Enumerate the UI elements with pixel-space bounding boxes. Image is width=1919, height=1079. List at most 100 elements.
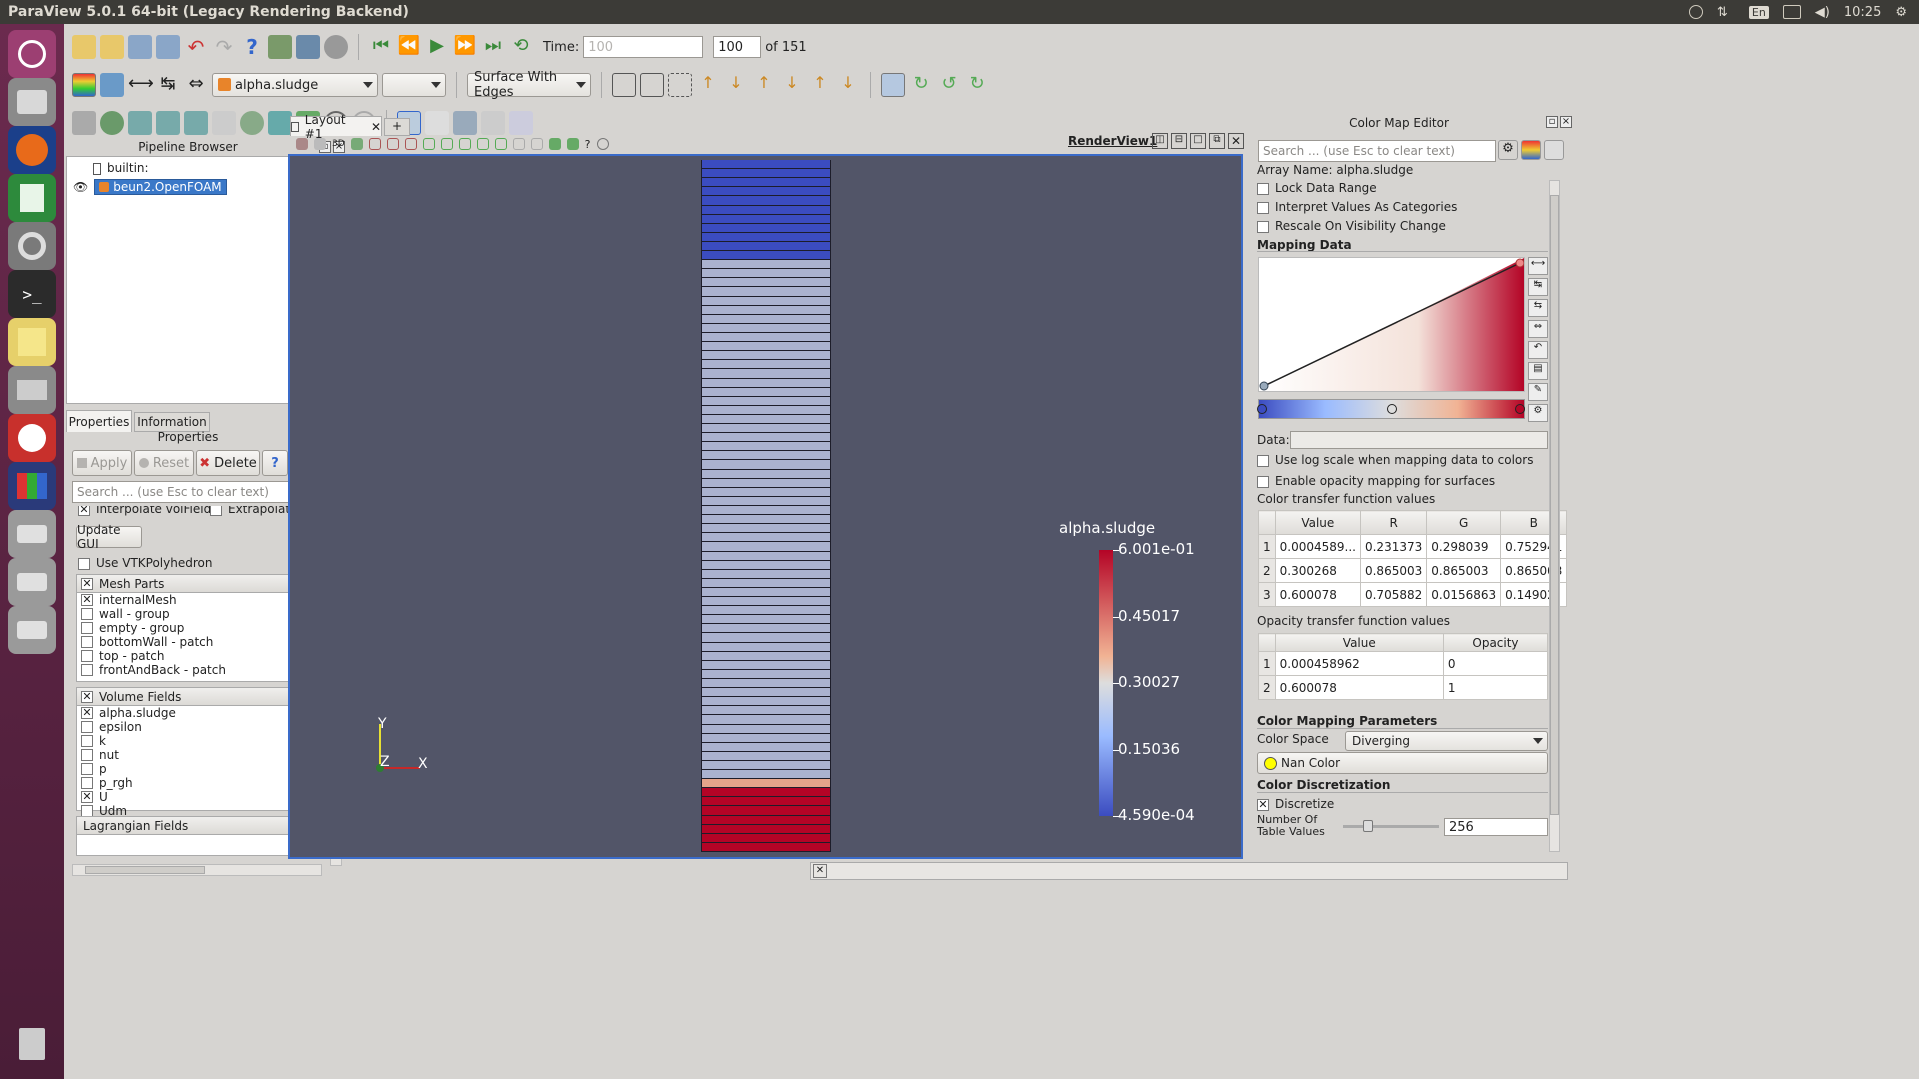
keyboard-layout-indicator[interactable]: En [1748,5,1769,19]
clip-icon[interactable] [128,111,152,135]
otf-cell-opacity[interactable]: 1 [1442,675,1549,700]
hover-points-icon[interactable] [512,138,525,150]
query-icon[interactable]: ? [585,138,591,151]
update-gui-button[interactable]: Update GUI [76,523,142,551]
tab-information[interactable]: Information [134,412,210,432]
checkbox[interactable] [81,636,93,648]
split-vertical-icon[interactable]: ⊟ [1171,133,1187,149]
ctf-cell-g[interactable]: 0.865003 [1426,558,1502,583]
checkbox[interactable] [81,735,93,747]
gear-icon[interactable]: ⚙ [1895,5,1907,20]
rescale-custom-icon[interactable]: ↹ [156,73,180,97]
rotate-90-icon[interactable]: ↻ [965,73,989,97]
grow-selection-icon[interactable] [548,138,561,150]
tab-properties[interactable]: Properties [66,410,132,432]
render-view-name[interactable]: RenderView1 [1068,134,1157,148]
clock[interactable]: 10:25 [1844,5,1881,20]
view-minus-y-icon[interactable]: ↓ [780,73,804,97]
settings-icon[interactable] [8,222,56,270]
opacity-function-editor[interactable] [1258,257,1525,392]
otf-header-opacity[interactable]: Opacity [1442,633,1549,652]
colormap-search-input[interactable]: Search ... (use Esc to clear text) [1258,140,1496,162]
loop-icon[interactable]: ⟲ [509,35,533,59]
rescale-visibility-checkbox[interactable]: Rescale On Visibility Change [1257,219,1446,233]
close-view-icon[interactable]: ✕ [1228,133,1244,149]
disconnect-icon[interactable] [296,35,320,59]
color-array-combo[interactable]: alpha.sludge [212,73,378,97]
previous-frame-icon[interactable]: ⏪ [397,35,421,59]
help-icon[interactable]: ? [240,35,264,59]
glyph-icon[interactable] [240,111,264,135]
delete-button[interactable]: ✖ Delete [196,450,260,476]
checkbox[interactable] [81,622,93,634]
play-icon[interactable]: ▶ [425,35,449,59]
calculator-icon[interactable] [72,111,96,135]
opacity-mapping-checkbox[interactable]: Enable opacity mapping for surfaces [1257,474,1495,488]
select-block-icon[interactable] [481,111,505,135]
spreadsheet-icon[interactable] [8,174,56,222]
edit-colormap-icon[interactable] [100,73,124,97]
printer-icon[interactable] [8,366,56,414]
select-blocks-icon[interactable] [458,138,471,150]
split-horizontal-icon[interactable]: ◫ [1152,133,1168,149]
checkbox[interactable] [81,664,93,676]
color-point-low[interactable] [1257,404,1267,414]
otf-cell-value[interactable]: 0.600078 [1274,675,1444,700]
float-icon[interactable]: ▫ [1546,116,1558,128]
dash-icon[interactable] [8,30,56,78]
save-state-icon[interactable] [156,35,180,59]
rescale-range-icon[interactable]: ⟷ [1528,257,1548,275]
extrapolate-checkbox[interactable]: Extrapolate [210,506,297,516]
color-point-mid[interactable] [1387,404,1397,414]
drive-icon[interactable] [8,606,56,654]
macro-icon[interactable] [324,35,348,59]
colormap-gear-icon[interactable]: ⚙ [1498,140,1518,160]
view-plus-z-icon[interactable]: ↑ [808,73,832,97]
ctf-cell-value[interactable]: 0.600078 [1274,582,1361,607]
color-transfer-bar[interactable] [1257,399,1525,419]
otf-row[interactable]: 1 0.000458962 0 [1258,651,1549,676]
paraview-icon[interactable] [8,462,56,510]
open-icon[interactable] [72,35,96,59]
colormap-defaults-icon[interactable] [1544,140,1564,160]
restore-icon[interactable]: ⧉ [1209,133,1225,149]
contour-icon[interactable] [100,111,124,135]
clear-selection-icon[interactable] [596,138,609,150]
ctf-row[interactable]: 2 0.300268 0.865003 0.865003 0.865003 [1258,558,1568,583]
num-table-values-input[interactable]: 256 [1444,818,1548,836]
checkbox[interactable] [81,749,93,761]
ctf-header-r[interactable]: R [1359,510,1428,535]
ctf-cell-g[interactable]: 0.298039 [1426,534,1502,559]
interactive-select-cells-icon[interactable] [476,138,489,150]
select-surface-points-icon[interactable] [386,138,399,150]
opacity-point-low[interactable] [1259,381,1269,391]
rescale-range-icon[interactable]: ⟷ [128,73,154,97]
grab-selection-icon[interactable] [509,111,533,135]
zoom-data-icon[interactable] [640,73,664,97]
eye-icon[interactable]: 👁 [73,180,88,194]
scrollbar-thumb[interactable] [1550,195,1559,815]
slider-handle[interactable] [1363,820,1373,832]
lock-data-range-checkbox[interactable]: Lock Data Range [1257,181,1377,195]
save-data-icon[interactable] [128,35,152,59]
view-plus-x-icon[interactable]: ↑ [696,73,720,97]
interpret-categories-checkbox[interactable]: Interpret Values As Categories [1257,200,1457,214]
capture-icon[interactable] [296,138,308,150]
otf-cell-value[interactable]: 0.000458962 [1274,651,1444,676]
color-point-high[interactable] [1515,404,1525,414]
orientation-axes-icon[interactable] [881,73,905,97]
ctf-cell-r[interactable]: 0.865003 [1359,558,1428,583]
checkbox[interactable]: ✕ [81,707,93,719]
invert-icon[interactable]: ↶ [1528,341,1548,359]
pipeline-item-source[interactable]: 👁 beun2.OpenFOAM [73,179,227,195]
rescale-over-time-icon[interactable]: ⇆ [1528,299,1548,317]
select-surface-cells-icon[interactable] [368,138,381,150]
colormap-scrollbar[interactable] [1549,180,1560,852]
stream-tracer-icon[interactable] [268,111,292,135]
volume-icon[interactable]: ◀) [1815,5,1830,20]
checkbox[interactable] [81,777,93,789]
interactive-select-points-icon[interactable] [494,138,507,150]
checkbox[interactable] [81,721,93,733]
view-minus-x-icon[interactable]: ↓ [724,73,748,97]
trash-icon[interactable] [8,1020,56,1068]
